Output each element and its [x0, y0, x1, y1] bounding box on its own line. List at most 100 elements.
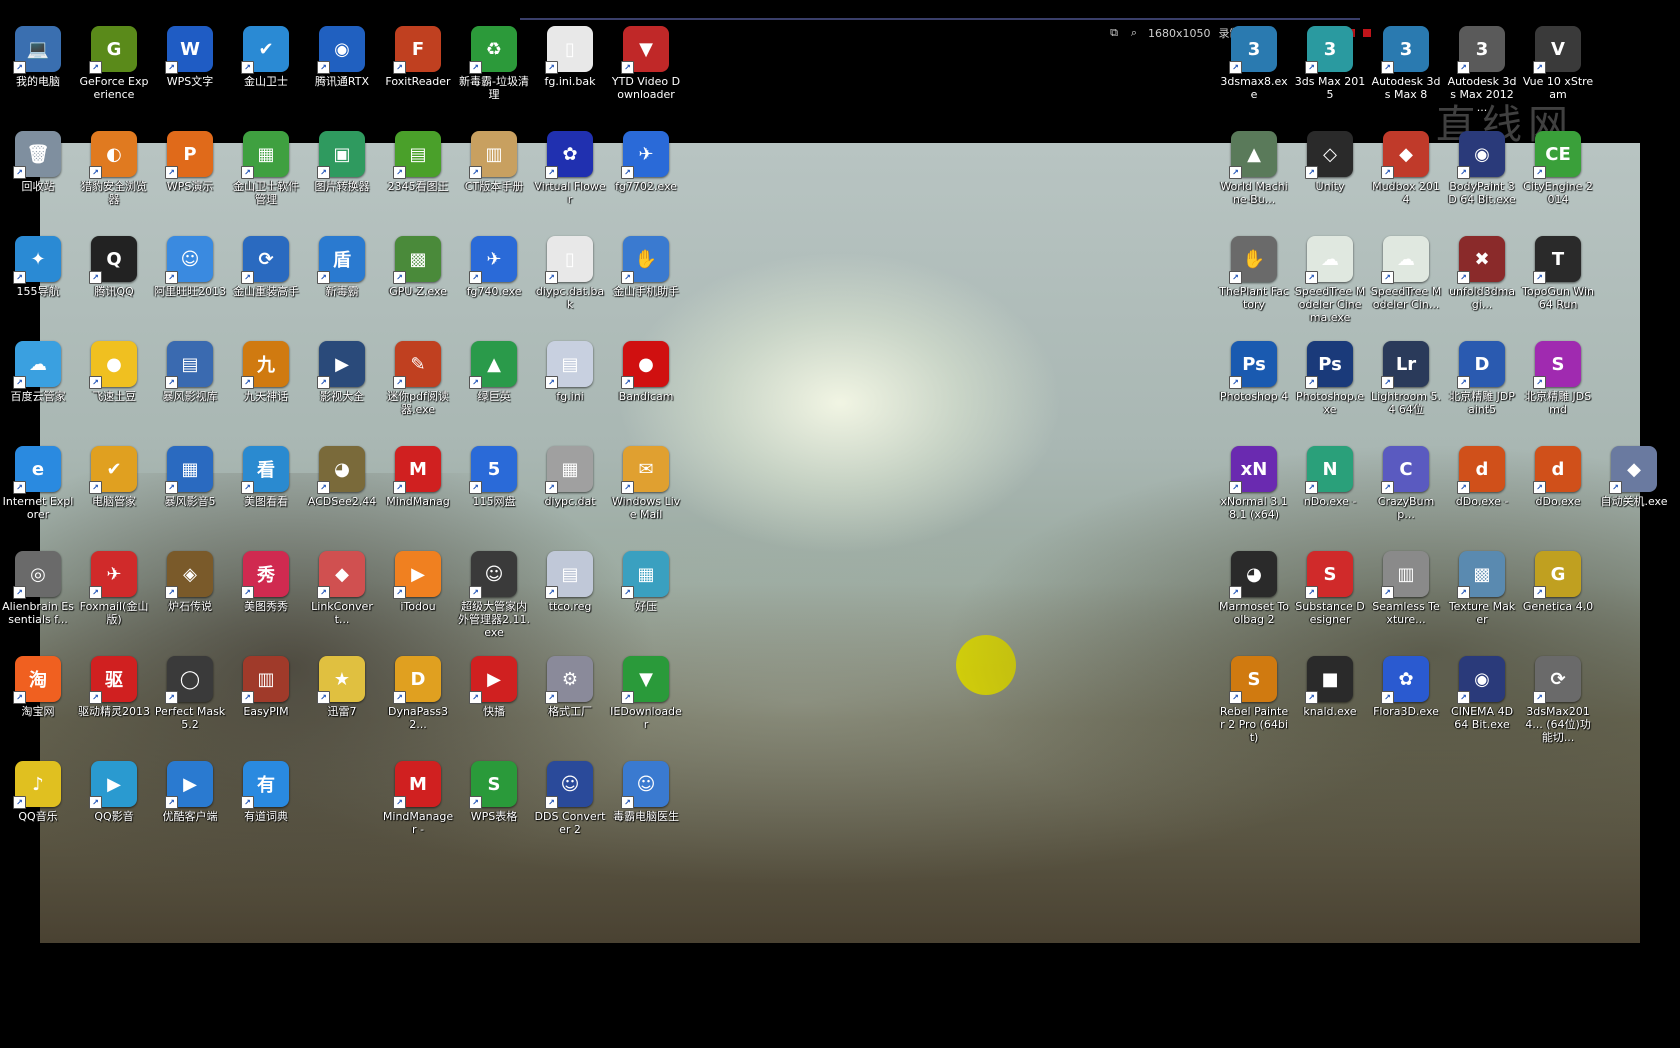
desktop-icon-item[interactable]: 看 ↗ 美图看看 — [228, 442, 304, 546]
desktop-icon-diypc-dat[interactable]: ▦ ↗ diypc.dat — [532, 442, 608, 546]
desktop-icon-5[interactable]: ▦ ↗ 暴风影音5 — [152, 442, 228, 546]
desktop-icon-crazybump[interactable]: C ↗ CrazyBump... — [1368, 442, 1444, 546]
desktop-icon-wps[interactable]: P ↗ WPS演示 — [152, 127, 228, 231]
desktop-icon-virtual-flower[interactable]: ✿ ↗ Virtual Flower — [532, 127, 608, 231]
desktop-icon-autodesk-3ds-max-8[interactable]: 3 ↗ Autodesk 3ds Max 8 — [1368, 22, 1444, 126]
desktop-icon-foxitreader[interactable]: F ↗ FoxitReader — [380, 22, 456, 126]
desktop-icon-bandicam[interactable]: ● ↗ Bandicam — [608, 337, 684, 441]
desktop-icon-qq[interactable]: ♪ ↗ QQ音乐 — [0, 757, 76, 861]
desktop-icon-3dsmax2014-64[interactable]: ⟳ ↗ 3dsMax2014... (64位)功能切... — [1520, 652, 1596, 756]
desktop-icon-mindmanager[interactable]: M ↗ MindManager - — [380, 757, 456, 861]
desktop-icon-alienbrain-essentials-f[interactable]: ◎ ↗ Alienbrain Essentials f... — [0, 547, 76, 651]
desktop-icon-cinema-4d-64-bit-exe[interactable]: ◉ ↗ CINEMA 4D 64 Bit.exe — [1444, 652, 1520, 756]
desktop-icon-pdf-exe[interactable]: ✎ ↗ 迷你pdf阅读器.exe — [380, 337, 456, 441]
desktop-icon-2013[interactable]: ☺ ↗ 阿里旺旺2013 — [152, 232, 228, 336]
desktop-icon-item[interactable]: 盾 ↗ 新毒霸 — [304, 232, 380, 336]
desktop-icon-item[interactable]: ☁ ↗ 百度云管家 — [0, 337, 76, 441]
desktop-icon-internet-explorer[interactable]: e ↗ Internet Explorer — [0, 442, 76, 546]
search-icon[interactable]: ⌕ — [1128, 26, 1140, 39]
desktop-icon-world-machine-bu[interactable]: ▲ ↗ World Machine-Bu... — [1216, 127, 1292, 231]
desktop-icon-item[interactable]: ▶ ↗ 快播 — [456, 652, 532, 756]
desktop-icon-ct[interactable]: ▥ ↗ CT版本手册 — [456, 127, 532, 231]
desktop-icon-2013[interactable]: 驱 ↗ 驱动精灵2013 — [76, 652, 152, 756]
desktop-icon-bodypaint-3d-64-bit-exe[interactable]: ◉ ↗ BodyPaint 3D 64 Bit.exe — [1444, 127, 1520, 231]
desktop-icon-mudbox-2014[interactable]: ◆ ↗ Mudbox 2014 — [1368, 127, 1444, 231]
desktop-icon-qq[interactable]: ▶ ↗ QQ影音 — [76, 757, 152, 861]
desktop-icon-xnormal-3-18-1-x64[interactable]: xN ↗ xNormal 3.18.1 (x64) — [1216, 442, 1292, 546]
desktop-icon-ddo-exe[interactable]: d ↗ dDo.exe — [1520, 442, 1596, 546]
desktop-icon-iedownloader[interactable]: ▼ ↗ IEDownloader — [608, 652, 684, 756]
desktop-icon-ttco-reg[interactable]: ▤ ↗ ttco.reg — [532, 547, 608, 651]
desktop-icon-easypim[interactable]: ▥ ↗ EasyPIM — [228, 652, 304, 756]
desktop-icon-acdsee2-44[interactable]: ◕ ↗ ACDSee2.44 — [304, 442, 380, 546]
desktop-icon-windows-live-mail[interactable]: ✉ ↗ Windows Live Mail — [608, 442, 684, 546]
desktop-icon-item[interactable]: 有 ↗ 有道词典 — [228, 757, 304, 861]
desktop-icon-autodesk-3ds-max-2012[interactable]: 3 ↗ Autodesk 3ds Max 2012 ... — [1444, 22, 1520, 126]
desktop-icon-unfold3dmagi[interactable]: ✖ ↗ unfold3dmagi... — [1444, 232, 1520, 336]
desktop-icon-wps[interactable]: S ↗ WPS表格 — [456, 757, 532, 861]
desktop-icon-fg7702-exe[interactable]: ✈ ↗ fg7702.exe — [608, 127, 684, 231]
desktop-icon-item[interactable]: ▤ ↗ 暴风影视库 — [152, 337, 228, 441]
desktop-icon-155[interactable]: ✦ ↗ 155导航 — [0, 232, 76, 336]
desktop-icon-ndo-exe[interactable]: N ↗ nDo.exe - — [1292, 442, 1368, 546]
desktop-icon-fg740-exe[interactable]: ✈ ↗ fg740.exe — [456, 232, 532, 336]
desktop-icon-item[interactable]: ☺ ↗ 毒霸电脑医生 — [608, 757, 684, 861]
desktop-icon-jdpaint5[interactable]: D ↗ 北京精雕 JDPaint5 — [1444, 337, 1520, 441]
desktop-icon-seamless-texture[interactable]: ▥ ↗ Seamless Texture... — [1368, 547, 1444, 651]
desktop-icon-topogun-win64-run[interactable]: T ↗ TopoGun Win64 Run — [1520, 232, 1596, 336]
desktop-icon-qq[interactable]: Q ↗ 腾讯QQ — [76, 232, 152, 336]
desktop-icon-item[interactable]: ● ↗ 飞速土豆 — [76, 337, 152, 441]
desktop-icon-linkconvert[interactable]: ◆ ↗ LinkConvert... — [304, 547, 380, 651]
desktop-icon-item[interactable]: ◐ ↗ 猎豹安全浏览器 — [76, 127, 152, 231]
desktop-icon-theplant-factory[interactable]: ✋ ↗ ThePlant Factory — [1216, 232, 1292, 336]
desktop-icon-marmoset-toolbag-2[interactable]: ◕ ↗ Marmoset Toolbag 2 — [1216, 547, 1292, 651]
desktop-icon-item[interactable]: ♻ ↗ 新毒霸-垃圾清理 — [456, 22, 532, 126]
desktop-icon-item[interactable]: ▦ ↗ 金山卫士软件管理 — [228, 127, 304, 231]
desktop-icon-genetica-4-0[interactable]: G ↗ Genetica 4.0 — [1520, 547, 1596, 651]
desktop-icon-wps[interactable]: W ↗ WPS文字 — [152, 22, 228, 126]
desktop-icon-dynapass32[interactable]: D ↗ DynaPass32... — [380, 652, 456, 756]
desktop-icon-3dsmax8-exe[interactable]: 3 ↗ 3dsmax8.exe — [1216, 22, 1292, 126]
desktop-icon-speedtree-modeler-cin[interactable]: ☁ ↗ SpeedTree Modeler Cin... — [1368, 232, 1444, 336]
desktop-icon-item[interactable]: ✔ ↗ 电脑管家 — [76, 442, 152, 546]
desktop-icon-item[interactable]: ▶ ↗ 优酷客户端 — [152, 757, 228, 861]
desktop-icon-knald-exe[interactable]: ■ ↗ knald.exe — [1292, 652, 1368, 756]
desktop-icon-gpu-z-exe[interactable]: ▩ ↗ GPU-Z.exe — [380, 232, 456, 336]
desktop-icon-substance-designer[interactable]: S ↗ Substance Designer — [1292, 547, 1368, 651]
desktop-icon-lightroom-5-4-64[interactable]: Lr ↗ Lightroom 5.4 64位 — [1368, 337, 1444, 441]
desktop-icon-dds-converter-2[interactable]: ☺ ↗ DDS Converter 2 — [532, 757, 608, 861]
desktop-icon-foxmail[interactable]: ✈ ↗ Foxmail(金山版) — [76, 547, 152, 651]
desktop-icon-item[interactable]: ✔ ↗ 金山卫士 — [228, 22, 304, 126]
desktop-icon-fg-ini[interactable]: ▤ ↗ fg.ini — [532, 337, 608, 441]
desktop-icon-cityengine-2014[interactable]: CE ↗ CityEngine 2014 — [1520, 127, 1596, 231]
desktop-icon-ytd-video-downloader[interactable]: ▼ ↗ YTD Video Downloader — [608, 22, 684, 126]
desktop-icon-vue-10-xstream[interactable]: V ↗ Vue 10 xStream — [1520, 22, 1596, 126]
desktop-icon-3ds-max-2015[interactable]: 3 ↗ 3ds Max 2015 — [1292, 22, 1368, 126]
desktop-icon-item[interactable]: 🗑 ↗ 回收站 — [0, 127, 76, 231]
desktop-icon-item[interactable]: ◈ ↗ 炉石传说 — [152, 547, 228, 651]
desktop-icon-flora3d-exe[interactable]: ✿ ↗ Flora3D.exe — [1368, 652, 1444, 756]
window-icon[interactable]: ⧉ — [1108, 26, 1120, 39]
desktop-icon-photoshop-4[interactable]: Ps ↗ Photoshop 4 — [1216, 337, 1292, 441]
desktop-icon-unity[interactable]: ◇ ↗ Unity — [1292, 127, 1368, 231]
desktop-icon-diypc-dat-bak[interactable]: ▯ ↗ diypc.dat.bak — [532, 232, 608, 336]
desktop-icon-geforce-experience[interactable]: G ↗ GeForce Experience — [76, 22, 152, 126]
desktop-icon-item[interactable]: 💻 ↗ 我的电脑 — [0, 22, 76, 126]
desktop-icon-fg-ini-bak[interactable]: ▯ ↗ fg.ini.bak — [532, 22, 608, 126]
desktop-icon-speedtree-modeler-cinema-exe[interactable]: ☁ ↗ SpeedTree Modeler Cinema.exe — [1292, 232, 1368, 336]
desktop-icon-2345[interactable]: ▤ ↗ 2345看图王 — [380, 127, 456, 231]
desktop-icon-exe[interactable]: ◆ ↗ 自动关机.exe — [1596, 442, 1672, 546]
desktop-icon-item[interactable]: ▣ ↗ 图片转换器 — [304, 127, 380, 231]
desktop-icon-rebel-painter-2-pro-64bit[interactable]: S ↗ Rebel Painter 2 Pro (64bit) — [1216, 652, 1292, 756]
desktop-icon-texture-maker[interactable]: ▩ ↗ Texture Maker — [1444, 547, 1520, 651]
desktop-icon-ddo-exe[interactable]: d ↗ dDo.exe - — [1444, 442, 1520, 546]
desktop-icon-item[interactable]: 九 ↗ 九天神话 — [228, 337, 304, 441]
desktop-icon-item[interactable]: ▲ ↗ 绿巨英 — [456, 337, 532, 441]
desktop-icon-item[interactable]: ✋ ↗ 金山手机助手 — [608, 232, 684, 336]
desktop-icon-photoshop-exe[interactable]: Ps ↗ Photoshop.exe — [1292, 337, 1368, 441]
desktop-icon-perfect-mask-5-2[interactable]: ◯ ↗ Perfect Mask 5.2 — [152, 652, 228, 756]
desktop-icon-115[interactable]: 5 ↗ 115网盘 — [456, 442, 532, 546]
desktop-icon-7[interactable]: ★ ↗ 迅雷7 — [304, 652, 380, 756]
desktop-icon-item[interactable]: 秀 ↗ 美图秀秀 — [228, 547, 304, 651]
desktop-icon-item[interactable]: ⚙ ↗ 格式工厂 — [532, 652, 608, 756]
